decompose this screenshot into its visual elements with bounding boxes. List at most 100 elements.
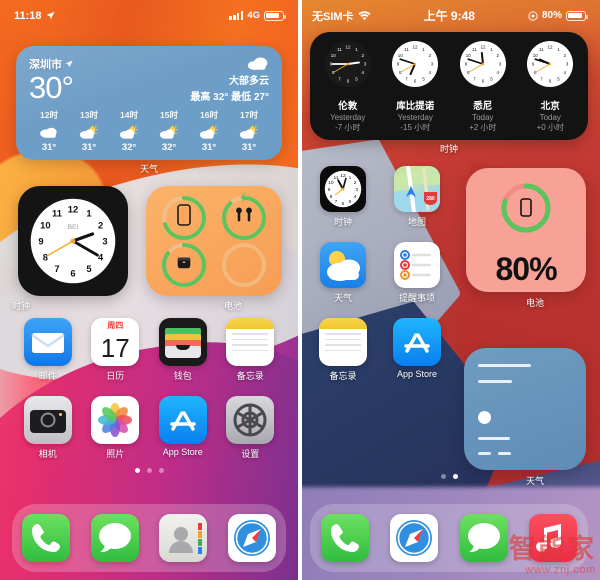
app-icon-settings[interactable]: 设置 xyxy=(217,396,285,460)
dock-item-safari[interactable] xyxy=(227,514,276,562)
battery-ring-gauge xyxy=(501,183,551,233)
analog-clock-face: 1234567891011 12 BEI xyxy=(30,198,116,284)
clock-widget[interactable]: 1 2 3 4 5 6 7 8 9 10 11 12 BEI xyxy=(18,186,128,296)
phone-icon xyxy=(320,514,369,562)
world-clock-offset: +0 小时 xyxy=(536,123,564,132)
dock-right xyxy=(310,504,588,572)
safari-icon xyxy=(390,514,439,562)
page-dots-left[interactable] xyxy=(0,468,298,473)
svg-text:4: 4 xyxy=(354,194,357,200)
svg-text:11: 11 xyxy=(539,47,544,52)
app-icon-photos[interactable]: 照片 xyxy=(82,396,150,460)
weather-hour-temp: 31° xyxy=(81,142,97,153)
skeleton-line xyxy=(478,364,531,367)
safari-icon xyxy=(227,514,276,562)
calendar-icon: 周四 17 xyxy=(91,318,140,366)
weather-hourly-row: 12时 31° 13时 31° 14时 32° 15时 32° 16时 31° 17时 3… xyxy=(29,109,269,153)
screen-divider xyxy=(298,0,302,580)
wallet-icon xyxy=(158,318,207,366)
app-label: 相机 xyxy=(38,449,57,459)
camera-icon xyxy=(23,396,72,444)
svg-text:10: 10 xyxy=(331,53,337,58)
app-grid-right: 123456789101112 时钟 280 地图 天气 xyxy=(306,166,454,382)
battery-cell xyxy=(154,241,214,288)
partly-cloudy-icon xyxy=(69,123,109,141)
weather-widget-placeholder[interactable] xyxy=(464,348,586,470)
page-dot[interactable] xyxy=(452,474,458,479)
battery-widget-label: 电池 xyxy=(223,301,242,311)
world-clock-offset: +2 小时 xyxy=(469,123,497,132)
partly-cloudy-icon xyxy=(229,123,269,141)
battery-widget-left[interactable] xyxy=(146,186,282,296)
battery-percent-text: 80% xyxy=(495,251,557,287)
world-clock-city: 悉尼 xyxy=(473,101,493,112)
svg-text:11: 11 xyxy=(52,208,62,219)
battery-icon xyxy=(566,10,588,21)
messages-icon xyxy=(90,514,139,562)
app-icon-maps[interactable]: 280 地图 xyxy=(380,166,454,228)
battery-percent: 80% xyxy=(541,10,562,21)
app-icon-notes[interactable]: 备忘录 xyxy=(306,318,380,382)
app-icon-camera[interactable]: 相机 xyxy=(14,396,82,460)
reminders-icon xyxy=(394,242,440,288)
page-dot[interactable] xyxy=(158,468,164,473)
app-icon-mail[interactable]: 邮件 xyxy=(14,318,82,382)
weather-hour-label: 14时 xyxy=(120,110,138,120)
skeleton-line xyxy=(478,380,512,383)
page-dot[interactable] xyxy=(134,468,140,473)
world-clock-widget[interactable]: 1 2 3 4 5 6 7 8 9 10 11 12 伦敦 Yesterday -7 小时 12345… xyxy=(310,32,588,140)
app-label: App Store xyxy=(162,447,203,457)
svg-text:10: 10 xyxy=(398,53,404,58)
weather-hour-cell: 13时 31° xyxy=(69,109,109,153)
skeleton-dot xyxy=(478,411,491,424)
app-icon-notes[interactable]: 备忘录 xyxy=(217,318,285,382)
page-dot[interactable] xyxy=(440,474,446,479)
weather-hour-label: 16时 xyxy=(200,110,218,120)
app-icon-weather[interactable]: 天气 xyxy=(306,242,380,304)
app-label: 设置 xyxy=(241,449,260,459)
app-icon-calendar[interactable]: 周四 17 日历 xyxy=(82,318,150,382)
page-dots-right[interactable] xyxy=(298,474,600,479)
app-label: 日历 xyxy=(106,371,125,381)
app-icon-clock[interactable]: 1 2 3 4 5 6 7 8 9 10 11 12 时钟 xyxy=(306,166,380,228)
world-clock-day: Yesterday xyxy=(397,113,433,122)
app-label: 地图 xyxy=(407,217,426,227)
app-icon-wallet[interactable]: 钱包 xyxy=(149,318,217,382)
maps-icon: 280 xyxy=(394,166,440,212)
app-icon-appstore[interactable]: App Store xyxy=(380,318,454,382)
battery-icon xyxy=(264,10,286,21)
svg-text:5: 5 xyxy=(349,199,352,205)
status-time: 上午 9:48 xyxy=(423,9,475,23)
weather-condition: 大部多云 xyxy=(229,76,269,87)
dock-item-music[interactable] xyxy=(529,514,578,562)
dock-item-phone[interactable] xyxy=(22,514,71,562)
svg-text:2: 2 xyxy=(354,180,357,186)
contacts-icon xyxy=(159,514,208,562)
status-time: 11:18 xyxy=(14,9,42,22)
dock-item-messages[interactable] xyxy=(90,514,139,562)
svg-text:8: 8 xyxy=(330,194,333,200)
weather-hour-temp: 32° xyxy=(161,142,177,153)
dock-item-safari[interactable] xyxy=(390,514,439,562)
weather-hour-temp: 31° xyxy=(241,142,257,153)
analog-clock-face: 1234567891011 12 xyxy=(324,41,371,87)
airpods-case-icon xyxy=(175,253,193,276)
dock-item-messages[interactable] xyxy=(459,514,508,562)
svg-text:10: 10 xyxy=(40,219,50,230)
world-clock-item: 1 2 3 4 5 6 7 8 9 10 11 12 伦敦 Yesterday -7 小时 xyxy=(315,39,381,133)
dock-item-phone[interactable] xyxy=(320,514,369,562)
world-clock-city: 伦敦 xyxy=(338,101,358,112)
map-badge: 280 xyxy=(426,196,435,202)
carrier-label: 无SIM卡 xyxy=(312,10,354,23)
airpods-icon xyxy=(234,205,254,230)
weather-widget-large[interactable]: 深圳市 30° 大部多云 最高 32° 最低 27° 12时 31° 13时 3… xyxy=(16,46,282,160)
app-icon-reminders[interactable]: 提醒事项 xyxy=(380,242,454,304)
dock-item-contacts[interactable] xyxy=(159,514,208,562)
app-icon-appstore[interactable]: App Store xyxy=(149,396,217,460)
svg-text:9: 9 xyxy=(38,235,43,246)
charging-bolt-icon xyxy=(240,192,247,203)
page-dot[interactable] xyxy=(146,468,152,473)
partly-cloudy-icon xyxy=(109,123,149,141)
battery-ring xyxy=(498,180,554,241)
battery-widget-right[interactable]: 80% xyxy=(466,168,586,292)
